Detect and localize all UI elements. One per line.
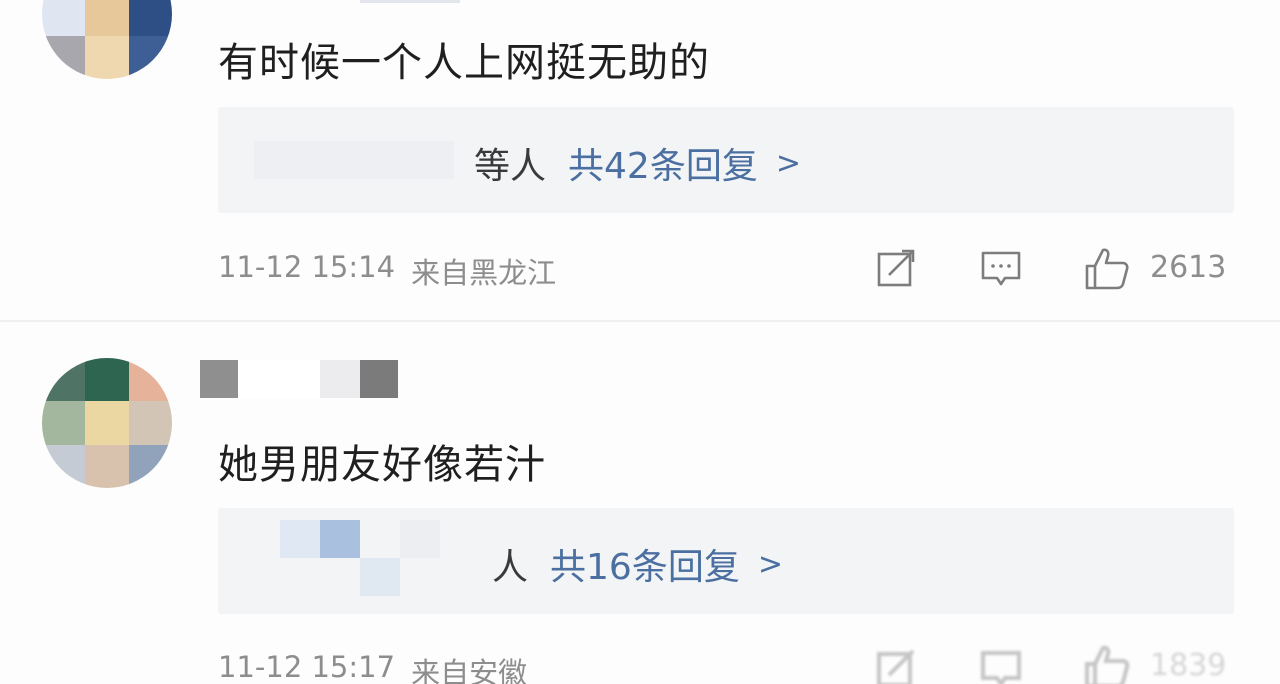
- view-replies-link[interactable]: 共42条回复 >: [568, 137, 801, 189]
- comment-divider: [0, 320, 1280, 322]
- reply-count-label: 共42条回复: [568, 146, 758, 187]
- comment-text: 她男朋友好像若汁: [218, 442, 546, 488]
- blurred-reply-usernames: [254, 141, 454, 179]
- timestamp: 11-12 15:17: [218, 650, 396, 684]
- like-count: 1839: [1150, 648, 1227, 683]
- share-icon[interactable]: [874, 246, 918, 290]
- like-icon[interactable]: [1083, 244, 1131, 292]
- comment-meta: 11-12 15:17 来自安徽: [218, 650, 527, 684]
- comment-text: 有时候一个人上网挺无助的: [218, 40, 710, 86]
- like-icon[interactable]: [1083, 642, 1131, 684]
- view-replies-link[interactable]: 共16条回复 >: [550, 538, 783, 590]
- comment-meta: 11-12 15:14 来自黑龙江: [218, 250, 556, 292]
- reply-users-label: 等人: [474, 146, 547, 187]
- blurred-reply-usernames-2: [360, 558, 400, 596]
- reply-summary[interactable]: 等人 共42条回复 >: [218, 107, 1234, 213]
- reply-summary[interactable]: 人 共16条回复 >: [218, 508, 1234, 614]
- avatar[interactable]: [42, 358, 172, 488]
- top-cut-edge: [360, 0, 460, 3]
- avatar[interactable]: [42, 0, 172, 79]
- comment-feed: 有时候一个人上网挺无助的 等人 共42条回复 > 11-12 15:14 来自黑…: [0, 0, 1280, 684]
- location: 来自黑龙江: [411, 256, 557, 290]
- blurred-username[interactable]: [200, 360, 398, 398]
- reply-count-label: 共16条回复: [550, 547, 740, 588]
- comment-icon[interactable]: [979, 246, 1023, 290]
- share-icon[interactable]: [874, 646, 918, 684]
- timestamp: 11-12 15:14: [218, 250, 396, 284]
- like-count: 2613: [1150, 250, 1227, 285]
- reply-users-label: 人: [492, 547, 529, 588]
- blurred-reply-usernames: [280, 520, 440, 558]
- chevron-right-icon: >: [775, 145, 801, 181]
- location: 来自安徽: [411, 656, 528, 684]
- chevron-right-icon: >: [757, 546, 783, 582]
- comment-icon[interactable]: [979, 646, 1023, 684]
